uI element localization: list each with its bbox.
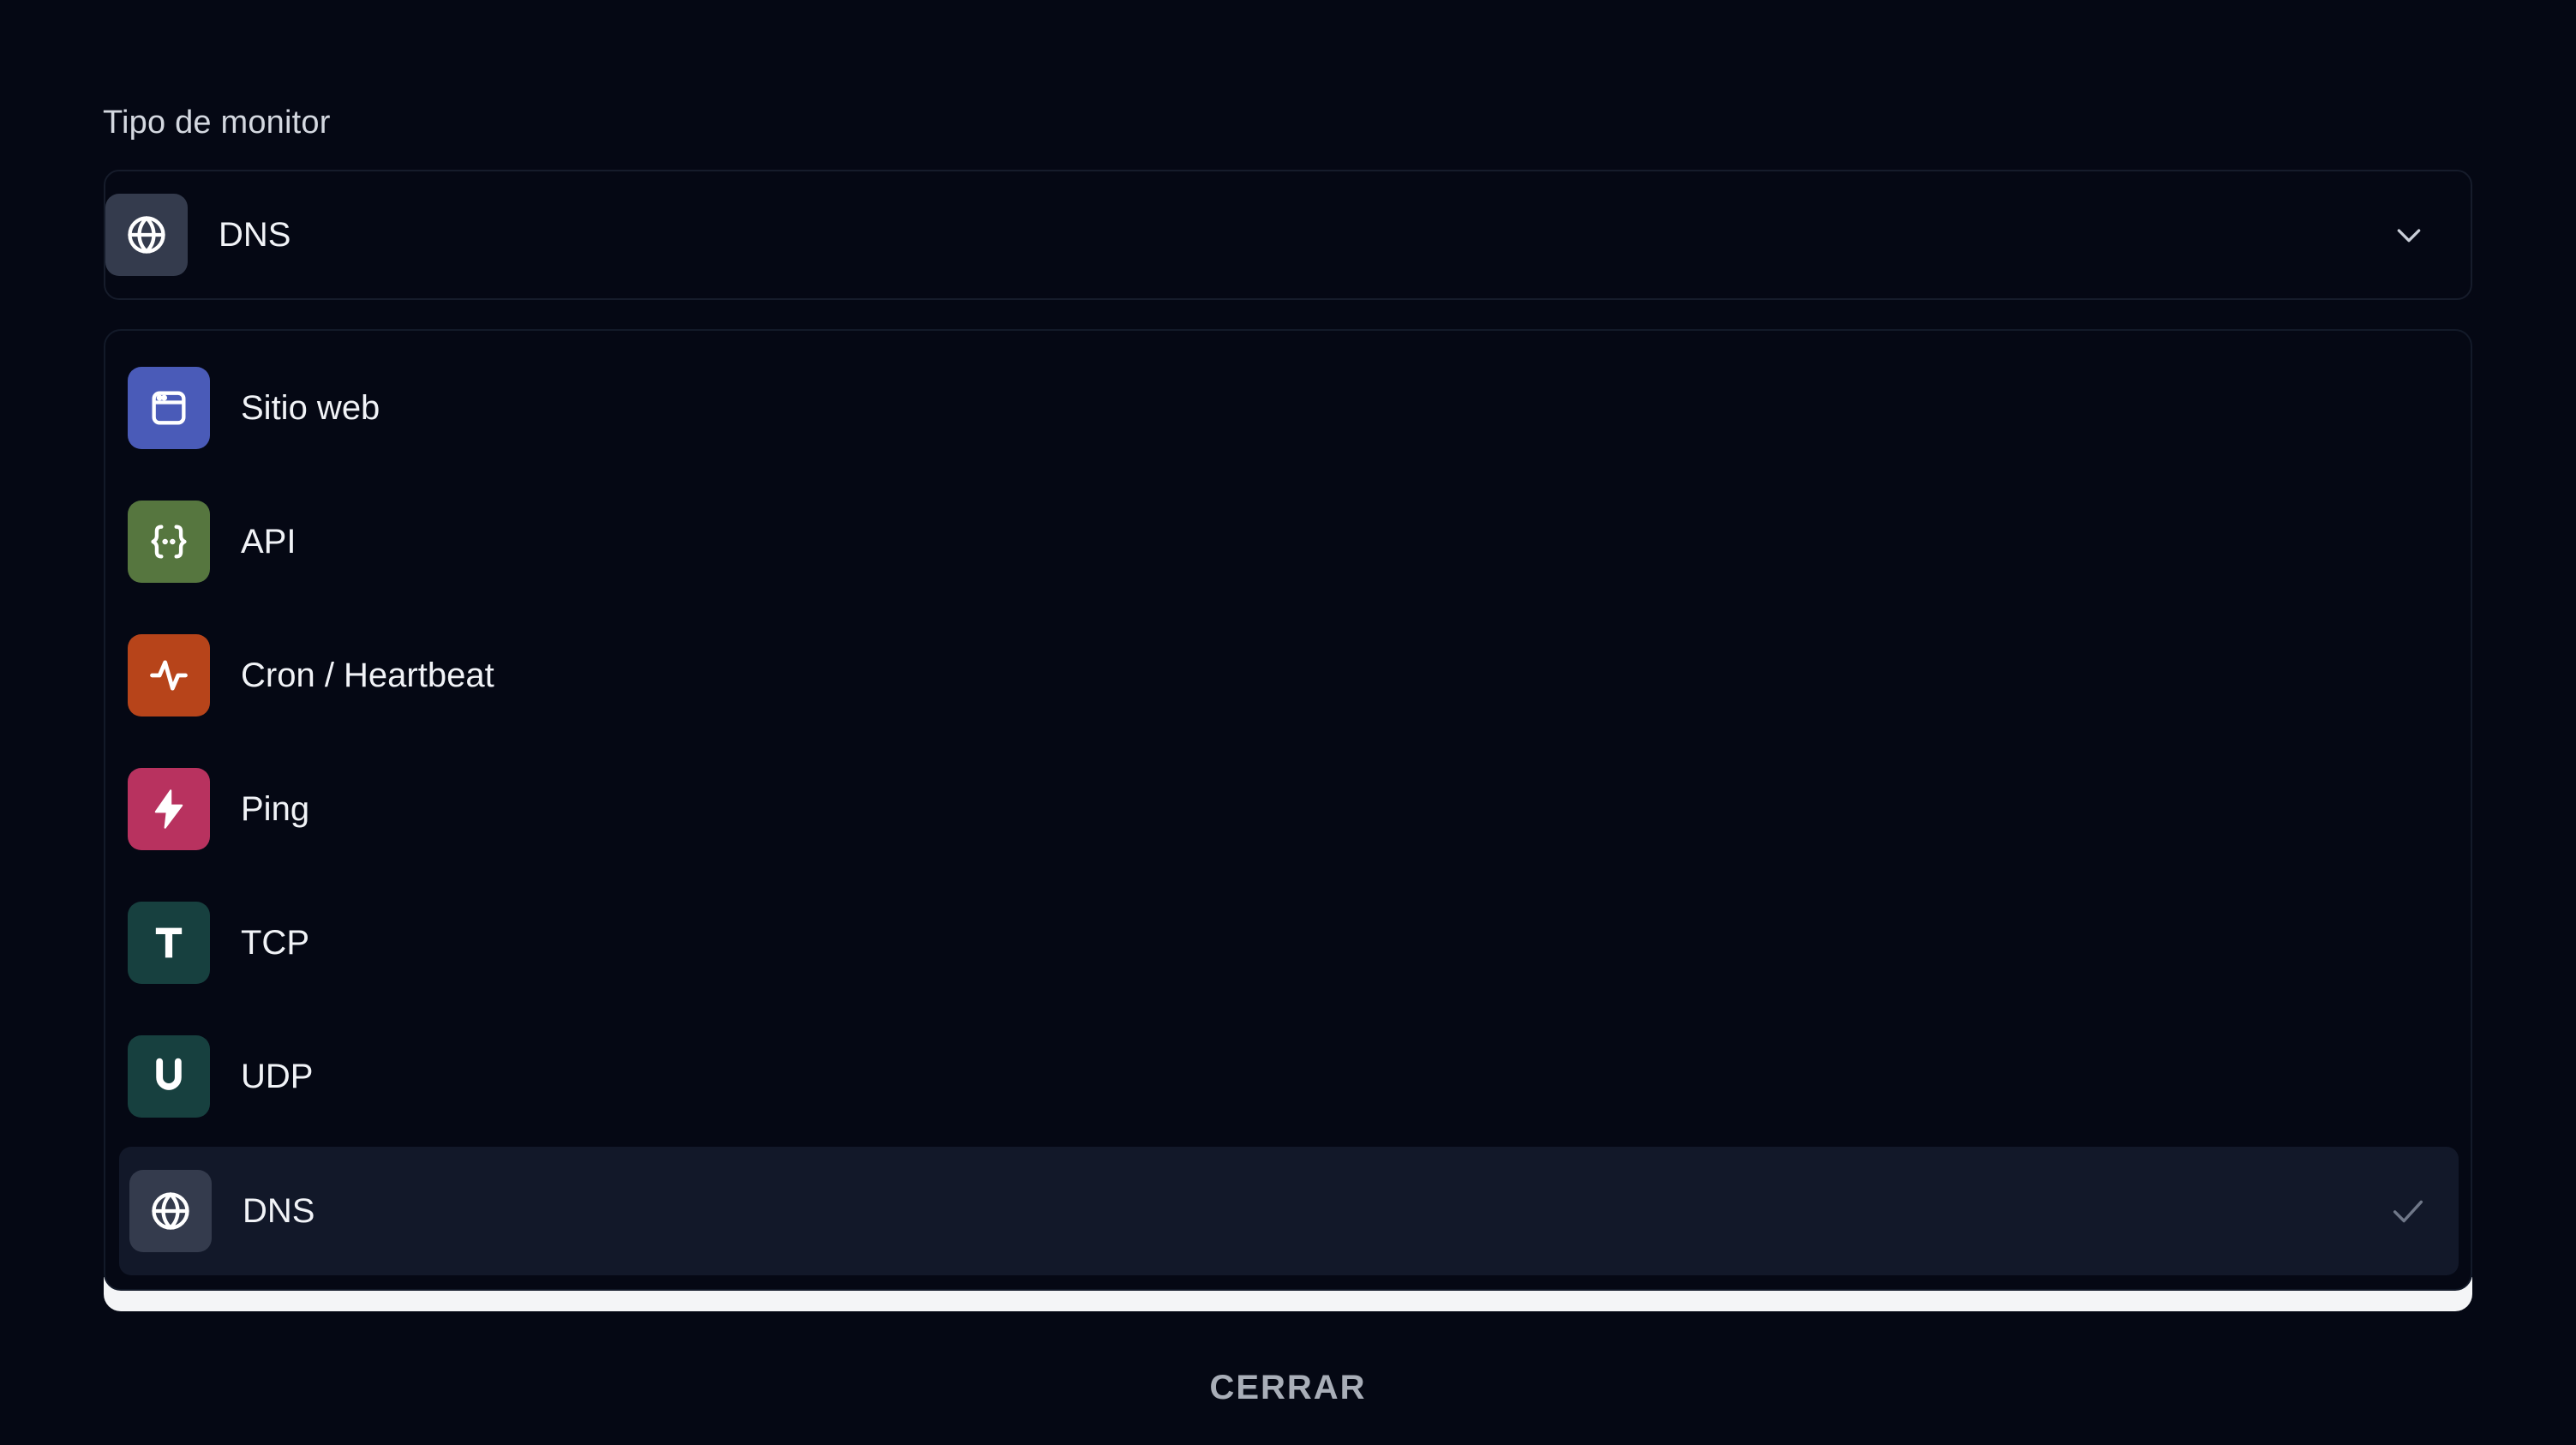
monitor-type-page: Tipo de monitor DNS Sitio web API Cron /…	[0, 0, 2576, 1445]
close-button[interactable]: CERRAR	[1202, 1366, 1374, 1409]
option-label: TCP	[241, 923, 309, 962]
globe-icon	[129, 1170, 212, 1252]
field-label: Tipo de monitor	[103, 105, 331, 141]
lightning-icon	[128, 768, 210, 850]
pulse-icon	[128, 634, 210, 717]
globe-icon	[105, 194, 188, 276]
option-label: API	[241, 522, 297, 561]
option-label: UDP	[241, 1057, 314, 1095]
monitor-type-dropdown: Sitio web API Cron / Heartbeat Ping TCP …	[104, 329, 2472, 1291]
option-label: Sitio web	[241, 388, 380, 427]
browser-window-icon	[128, 367, 210, 449]
chevron-down-icon[interactable]	[2392, 218, 2426, 252]
option-label: DNS	[243, 1191, 315, 1230]
option-website[interactable]: Sitio web	[128, 348, 2448, 468]
monitor-type-select[interactable]: DNS	[104, 170, 2472, 300]
check-icon	[2393, 1200, 2423, 1223]
option-label: Cron / Heartbeat	[241, 656, 494, 694]
letter-u-icon	[128, 1035, 210, 1118]
curly-braces-icon	[128, 501, 210, 583]
select-value: DNS	[219, 215, 291, 254]
option-tcp[interactable]: TCP	[128, 883, 2448, 1003]
option-dns[interactable]: DNS	[119, 1147, 2459, 1275]
option-cron-heartbeat[interactable]: Cron / Heartbeat	[128, 615, 2448, 735]
letter-t-icon	[128, 902, 210, 984]
option-api[interactable]: API	[128, 482, 2448, 602]
option-label: Ping	[241, 789, 310, 828]
option-ping[interactable]: Ping	[128, 749, 2448, 869]
option-udp[interactable]: UDP	[128, 1016, 2448, 1136]
